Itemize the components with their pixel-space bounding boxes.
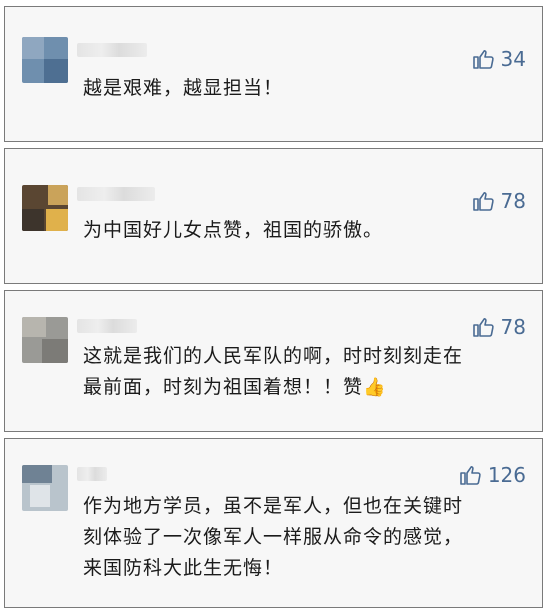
thumbs-up-outline-icon (472, 50, 494, 69)
like-button[interactable]: 34 (471, 47, 526, 71)
comment-card: 34 越是艰难，越显担当！ (4, 6, 543, 142)
comment-card: 78 这就是我们的人民军队的啊，时时刻刻走在 最前面，时刻为祖国着想！！赞👍 (4, 290, 543, 432)
like-count: 78 (500, 189, 526, 213)
thumbs-up-outline-icon (472, 192, 494, 211)
thumbs-up-outline-icon (472, 318, 494, 337)
comment-line: 刻体验了一次像军人一样服从命令的感觉， (83, 526, 464, 548)
avatar[interactable] (22, 185, 68, 231)
like-count: 126 (487, 463, 526, 487)
comment-text: 越是艰难，越显担当！ (83, 73, 512, 104)
comment-text: 为中国好儿女点赞，祖国的骄傲。 (83, 215, 512, 246)
avatar[interactable] (22, 465, 68, 511)
like-count: 34 (500, 47, 526, 71)
like-button[interactable]: 126 (458, 463, 526, 487)
username-blurred (77, 187, 155, 201)
like-button[interactable]: 78 (471, 315, 526, 339)
comment-line: 来国防科大此生无悔！ (83, 557, 284, 579)
username-blurred (77, 43, 147, 57)
comment-line: 这就是我们的人民军队的啊，时时刻刻走在 (83, 345, 464, 367)
comment-line: 越是艰难，越显担当！ (83, 77, 284, 99)
avatar[interactable] (22, 37, 68, 83)
username-blurred (77, 319, 137, 333)
like-button[interactable]: 78 (471, 189, 526, 213)
comment-text: 这就是我们的人民军队的啊，时时刻刻走在 最前面，时刻为祖国着想！！赞👍 (83, 341, 512, 403)
username-blurred (77, 467, 107, 481)
comment-card: 126 作为地方学员，虽不是军人，但也在关键时 刻体验了一次像军人一样服从命令的… (4, 438, 543, 608)
like-count: 78 (500, 315, 526, 339)
comment-line: 最前面，时刻为祖国着想！！赞👍 (83, 372, 512, 403)
thumbs-up-emoji-icon: 👍 (363, 377, 387, 398)
avatar[interactable] (22, 317, 68, 363)
comment-line: 为中国好儿女点赞，祖国的骄傲。 (83, 219, 384, 241)
comment-text: 作为地方学员，虽不是军人，但也在关键时 刻体验了一次像军人一样服从命令的感觉， … (83, 491, 512, 584)
thumbs-up-outline-icon (460, 466, 481, 485)
comment-card: 78 为中国好儿女点赞，祖国的骄傲。 (4, 148, 543, 284)
comment-line-text: 最前面，时刻为祖国着想！！赞 (83, 376, 364, 398)
comment-line: 作为地方学员，虽不是军人，但也在关键时 (83, 495, 464, 517)
